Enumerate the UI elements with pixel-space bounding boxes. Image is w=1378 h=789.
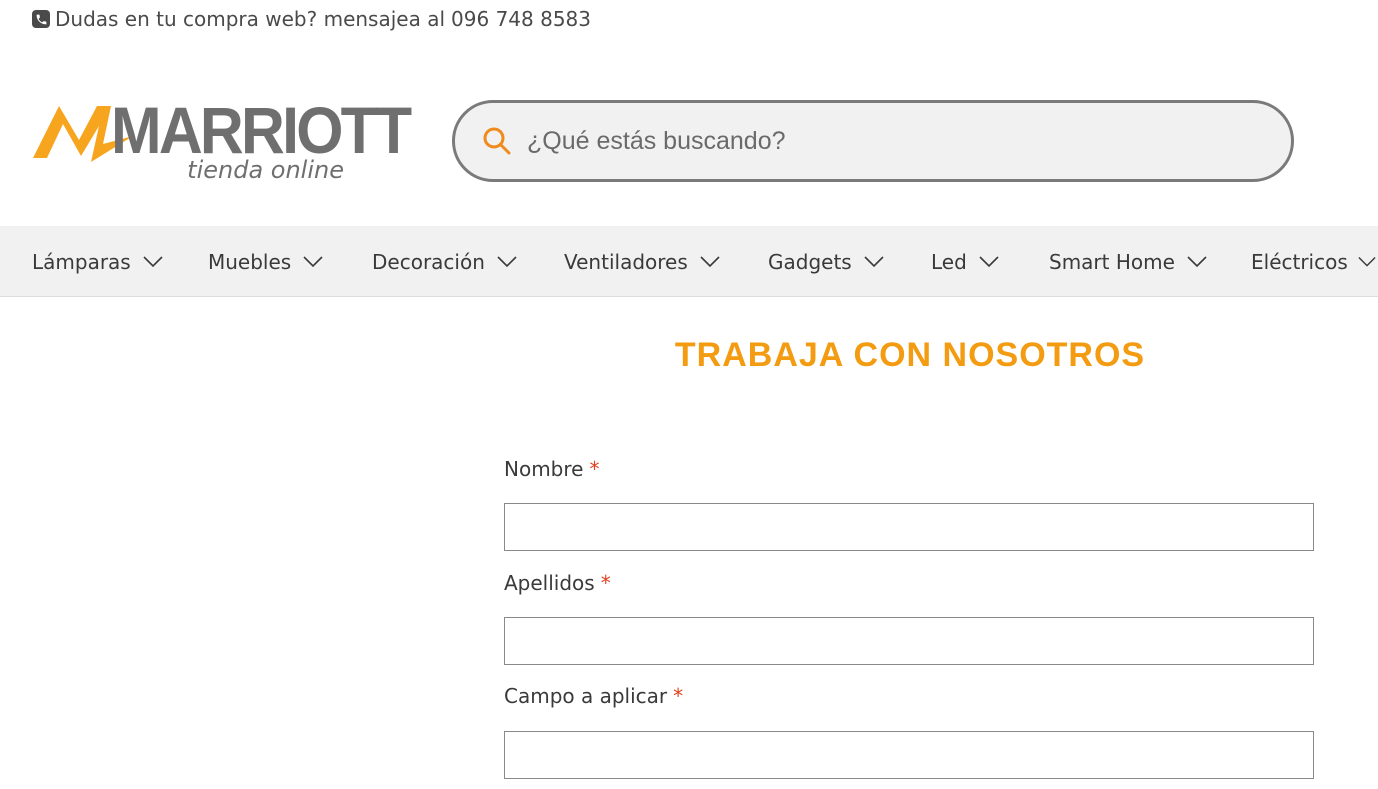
nav-item-label: Lámparas [32,249,131,274]
search-input[interactable] [527,126,1227,156]
nav-item-label: Ventiladores [564,249,688,274]
nav-item-smart-home[interactable]: Smart Home [1049,226,1207,297]
apellidos-input[interactable] [504,617,1314,665]
nav-item-gadgets[interactable]: Gadgets [768,226,884,297]
nav-item-muebles[interactable]: Muebles [208,226,323,297]
nav-item-label: Eléctricos [1251,249,1348,274]
field-label-text: Nombre [504,457,584,481]
nav-item-electricos[interactable]: Eléctricos [1251,226,1376,297]
chevron-down-icon [979,255,999,267]
phone-icon [32,10,50,28]
search-icon[interactable] [481,125,513,157]
chevron-down-icon [1187,255,1207,267]
field-label-text: Apellidos [504,571,595,595]
nav-item-ventiladores[interactable]: Ventiladores [564,226,720,297]
contact-bar: Dudas en tu compra web? mensajea al 096 … [32,7,591,31]
category-nav: Lámparas Muebles Decoración Ventiladores… [0,226,1378,297]
logo-brand-text: MARRIOTT [111,93,412,167]
field-label-text: Campo a aplicar [504,684,668,708]
contact-phone-number[interactable]: 096 748 8583 [451,7,591,31]
nombre-input[interactable] [504,503,1314,551]
chevron-down-icon [1358,256,1376,267]
page-title: TRABAJA CON NOSOTROS [674,336,1146,374]
chevron-down-icon [497,255,517,267]
nav-item-lamparas[interactable]: Lámparas [32,226,163,297]
nav-item-label: Led [931,249,967,274]
logo-tagline: tienda online [187,156,344,184]
required-mark: * [600,571,611,595]
nav-item-label: Decoración [372,249,485,274]
field-label-nombre: Nombre * [504,457,599,481]
nav-item-label: Muebles [208,249,292,274]
nav-item-label: Smart Home [1049,249,1175,274]
required-mark: * [673,684,684,708]
required-mark: * [589,457,600,481]
nav-item-decoracion[interactable]: Decoración [372,226,517,297]
chevron-down-icon [864,255,884,267]
nav-item-led[interactable]: Led [931,226,999,297]
chevron-down-icon [303,255,323,267]
search-bar[interactable] [452,100,1294,182]
contact-text: Dudas en tu compra web? mensajea al [55,7,446,31]
campo-a-aplicar-input[interactable] [504,731,1314,779]
chevron-down-icon [700,255,720,267]
field-label-campo-a-aplicar: Campo a aplicar * [504,684,683,708]
site-logo[interactable]: MARRIOTT tienda online [33,97,412,188]
nav-item-label: Gadgets [768,249,852,274]
chevron-down-icon [143,255,163,267]
field-label-apellidos: Apellidos * [504,571,611,595]
